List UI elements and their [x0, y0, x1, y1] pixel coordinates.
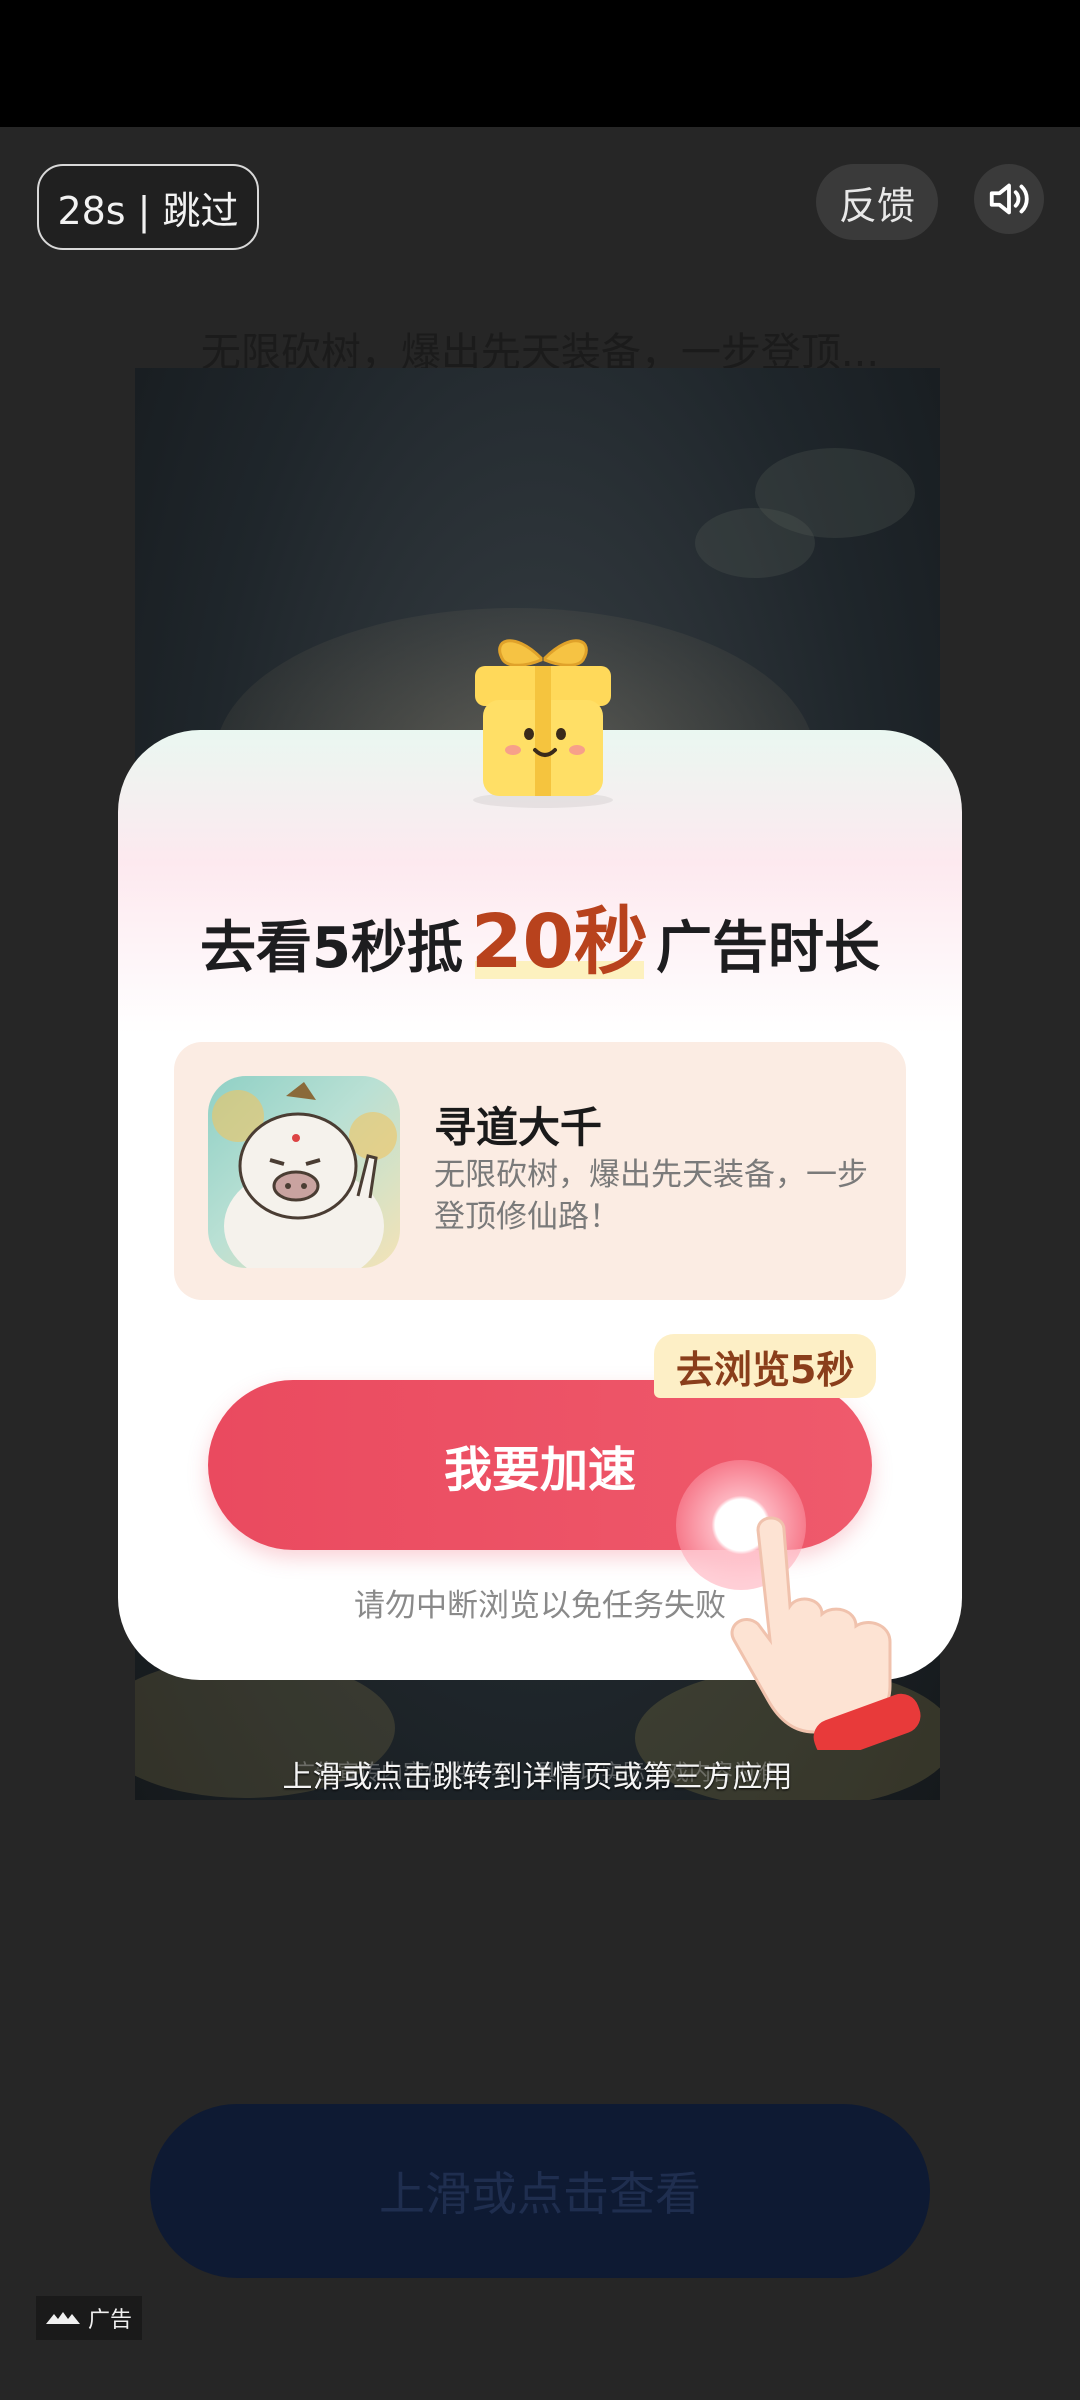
headline-suffix: 广告时长 [655, 916, 880, 981]
ad-label-text: 广告 [88, 2308, 133, 2333]
boost-modal: 去看5秒抵 20秒 广告时长 寻道大千 无限砍树，爆出先天装备，一步登顶修仙路！ 我… [118, 639, 962, 1750]
sound-toggle-button[interactable] [974, 164, 1044, 234]
task-note: 请勿中断浏览以免任务失败 [354, 1588, 726, 1624]
video-caption: 上滑或点击跳转到详情页或第三方应用 [282, 1760, 793, 1795]
app-description: 无限砍树，爆出先天装备，一步登顶修仙路！ [434, 1157, 868, 1235]
headline-highlight: 20秒 [463, 899, 656, 985]
modal-headline: 去看5秒抵 20秒 广告时长 [118, 882, 962, 989]
feedback-button[interactable]: 反馈 [816, 164, 938, 240]
status-bar [0, 0, 1080, 127]
app-name: 寻道大千 [434, 1103, 603, 1152]
skip-button[interactable]: 28s | 跳过 [37, 164, 259, 250]
brand-logo-icon [46, 2312, 80, 2324]
boar-mascot-icon [212, 1082, 397, 1268]
headline-prefix: 去看5秒抵 [200, 916, 463, 981]
app-icon [208, 1076, 400, 1268]
video-foliage [695, 508, 815, 578]
speaker-icon [989, 183, 1029, 215]
view-details-button[interactable]: 上滑或点击查看 [150, 2104, 930, 2278]
app-card[interactable]: 寻道大千 无限砍树，爆出先天装备，一步登顶修仙路！ [174, 1042, 906, 1300]
gift-icon [473, 639, 613, 808]
pointing-hand-icon [730, 1516, 921, 1750]
ad-label: 广告 [36, 2296, 143, 2340]
browse-badge: 去浏览5秒 [654, 1334, 877, 1398]
